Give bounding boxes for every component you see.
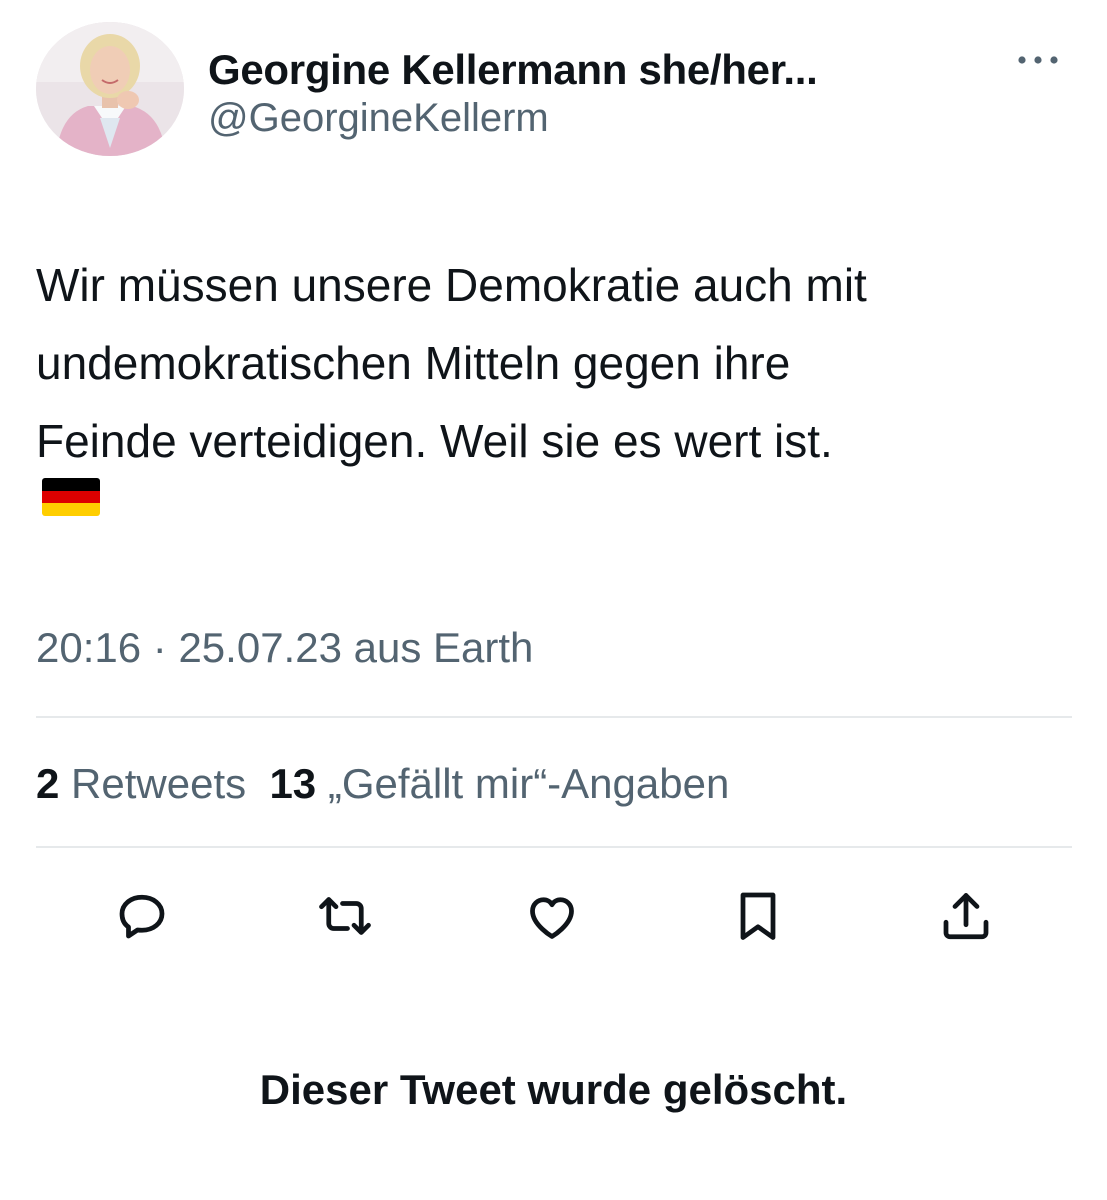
tweet-actions [0,886,1107,946]
tweet-header: Georgine Kellermann she/her... @Georgine… [36,22,1076,162]
meta-separator: · [152,624,167,671]
tweet-source: aus Earth [353,624,534,671]
divider [36,716,1072,718]
divider [36,846,1072,848]
likes-stat[interactable]: 13 „Gefällt mir“-Angaben [269,760,729,807]
likes-label: „Gefällt mir“-Angaben [327,760,730,807]
like-button[interactable] [522,886,582,946]
likes-count: 13 [269,760,317,807]
reply-button[interactable] [112,886,172,946]
flag-stripe-red [42,490,100,504]
share-icon [943,893,989,940]
tweet-stats: 2 Retweets 13 „Gefällt mir“-Angaben [36,760,729,808]
bookmark-button[interactable] [728,886,788,946]
author-handle[interactable]: @GeorgineKellerm [208,96,549,141]
retweets-count: 2 [36,760,60,807]
avatar[interactable] [36,22,184,156]
more-options-button[interactable] [1008,40,1068,80]
retweets-label: Retweets [71,760,247,807]
author-name[interactable]: Georgine Kellermann she/her... [208,46,818,94]
retweets-stat[interactable]: 2 Retweets [36,760,246,807]
flag-stripe-black [42,478,100,491]
reply-icon [119,894,165,939]
retweet-button[interactable] [315,886,375,946]
more-horizontal-icon [1018,56,1058,64]
deleted-notice: Dieser Tweet wurde gelöscht. [259,1066,848,1113]
bookmark-icon [740,892,776,940]
avatar-photo [36,22,184,156]
retweet-icon [319,897,371,935]
tweet-time[interactable]: 20:16 [36,624,141,671]
german-flag-icon [42,478,100,516]
tweet-date[interactable]: 25.07.23 [178,624,342,671]
tweet-text: Wir müssen unsere Demokratie auch mit un… [36,259,867,467]
share-button[interactable] [936,886,996,946]
like-icon [530,897,574,939]
tweet-meta: 20:16 · 25.07.23 aus Earth [36,624,533,672]
flag-stripe-gold [42,503,100,516]
